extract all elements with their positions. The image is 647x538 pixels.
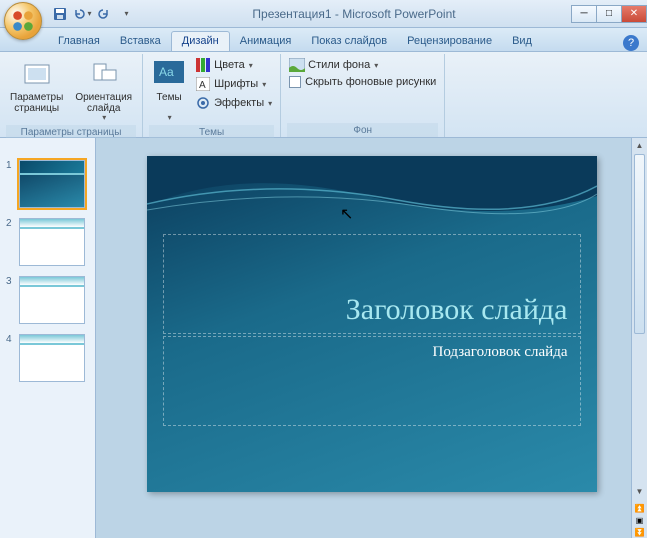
workspace: 1 2 3 4 Заголовок слайда Подзаголовок сл… xyxy=(0,138,647,538)
slide-thumbnail-3[interactable] xyxy=(19,276,85,324)
page-setup-label: Параметры страницы xyxy=(10,92,63,114)
fonts-button[interactable]: A Шрифты▾ xyxy=(193,75,274,93)
prev-slide-button[interactable]: ⏫ xyxy=(632,502,647,514)
quick-access-toolbar: ▾ ▾ xyxy=(50,4,136,24)
bg-styles-label: Стили фона xyxy=(308,59,370,71)
group-page-setup: Параметры страницы Ориентация слайда▾ Па… xyxy=(0,54,143,137)
effects-button[interactable]: Эффекты▾ xyxy=(193,94,274,112)
themes-button[interactable]: Aa Темы▾ xyxy=(149,56,189,125)
orientation-icon xyxy=(88,58,120,90)
qat-customize-icon[interactable]: ▾ xyxy=(116,4,136,24)
slide-thumbnail-2[interactable] xyxy=(19,218,85,266)
window-title: Презентация1 - Microsoft PowerPoint xyxy=(136,7,572,21)
hide-bg-label: Скрыть фоновые рисунки xyxy=(305,76,436,88)
orientation-button[interactable]: Ориентация слайда▾ xyxy=(71,56,136,125)
effects-icon xyxy=(195,95,211,111)
save-icon[interactable] xyxy=(50,4,70,24)
scroll-up-icon[interactable]: ▲ xyxy=(632,138,647,152)
title-bar: ▾ ▾ Презентация1 - Microsoft PowerPoint … xyxy=(0,0,647,28)
fonts-icon: A xyxy=(195,76,211,92)
slide-thumbnail-4[interactable] xyxy=(19,334,85,382)
group-label-themes: Темы xyxy=(149,125,274,139)
subtitle-placeholder[interactable]: Подзаголовок слайда xyxy=(163,336,581,426)
page-setup-icon xyxy=(21,58,53,90)
group-label-bg: Фон xyxy=(287,123,438,137)
group-label-page: Параметры страницы xyxy=(6,125,136,139)
slide-editor[interactable]: Заголовок слайда Подзаголовок слайда xyxy=(96,138,647,538)
thumb-number: 2 xyxy=(6,218,16,229)
next-slide-button[interactable]: ⏬ xyxy=(632,526,647,538)
tab-home[interactable]: Главная xyxy=(48,32,110,51)
help-icon[interactable]: ? xyxy=(623,35,639,51)
slide-thumbnails: 1 2 3 4 xyxy=(0,138,96,538)
svg-text:A: A xyxy=(199,80,206,91)
ribbon-tabs: Главная Вставка Дизайн Анимация Показ сл… xyxy=(0,28,647,52)
slide-thumbnail-1[interactable] xyxy=(19,160,85,208)
vertical-scrollbar[interactable]: ▲ ▼ ⏫ ▣ ⏬ xyxy=(631,138,647,538)
close-button[interactable]: ✕ xyxy=(621,5,647,23)
window-controls: ─ □ ✕ xyxy=(572,5,647,23)
colors-button[interactable]: Цвета▾ xyxy=(193,56,274,74)
thumb-number: 3 xyxy=(6,276,16,287)
slide-wave-graphic xyxy=(147,156,597,226)
page-setup-button[interactable]: Параметры страницы xyxy=(6,56,67,116)
checkbox-icon xyxy=(289,76,301,88)
title-text: Заголовок слайда xyxy=(346,293,568,327)
tab-animation[interactable]: Анимация xyxy=(230,32,302,51)
thumb-number: 1 xyxy=(6,160,16,171)
title-placeholder[interactable]: Заголовок слайда xyxy=(163,234,581,334)
office-button[interactable] xyxy=(4,2,42,40)
themes-icon: Aa xyxy=(153,58,185,90)
thumb-number: 4 xyxy=(6,334,16,345)
group-themes: Aa Темы▾ Цвета▾ A Шрифты▾ Эффекты▾ Темы xyxy=(143,54,281,137)
tab-view[interactable]: Вид xyxy=(502,32,542,51)
maximize-button[interactable]: □ xyxy=(596,5,622,23)
scrollbar-thumb[interactable] xyxy=(634,154,645,334)
tab-slideshow[interactable]: Показ слайдов xyxy=(301,32,397,51)
ribbon: Параметры страницы Ориентация слайда▾ Па… xyxy=(0,52,647,138)
fonts-label: Шрифты xyxy=(214,78,258,90)
themes-label: Темы xyxy=(157,92,182,103)
slide-nav-button[interactable]: ▣ xyxy=(632,514,647,526)
tab-insert[interactable]: Вставка xyxy=(110,32,171,51)
tab-design[interactable]: Дизайн xyxy=(171,31,230,51)
redo-icon[interactable] xyxy=(94,4,114,24)
minimize-button[interactable]: ─ xyxy=(571,5,597,23)
bg-styles-icon xyxy=(289,57,305,73)
subtitle-text: Подзаголовок слайда xyxy=(433,344,568,360)
group-background: Стили фона▾ Скрыть фоновые рисунки Фон xyxy=(281,54,445,137)
tab-review[interactable]: Рецензирование xyxy=(397,32,502,51)
colors-label: Цвета xyxy=(214,59,245,71)
undo-icon[interactable]: ▾ xyxy=(72,4,92,24)
colors-icon xyxy=(195,57,211,73)
orientation-label: Ориентация слайда xyxy=(75,92,132,114)
scroll-down-icon[interactable]: ▼ xyxy=(632,484,647,498)
svg-text:Aa: Aa xyxy=(159,65,174,79)
hide-bg-checkbox[interactable]: Скрыть фоновые рисунки xyxy=(287,75,438,89)
bg-styles-button[interactable]: Стили фона▾ xyxy=(287,56,438,74)
slide-canvas[interactable]: Заголовок слайда Подзаголовок слайда xyxy=(147,156,597,492)
effects-label: Эффекты xyxy=(214,97,264,109)
